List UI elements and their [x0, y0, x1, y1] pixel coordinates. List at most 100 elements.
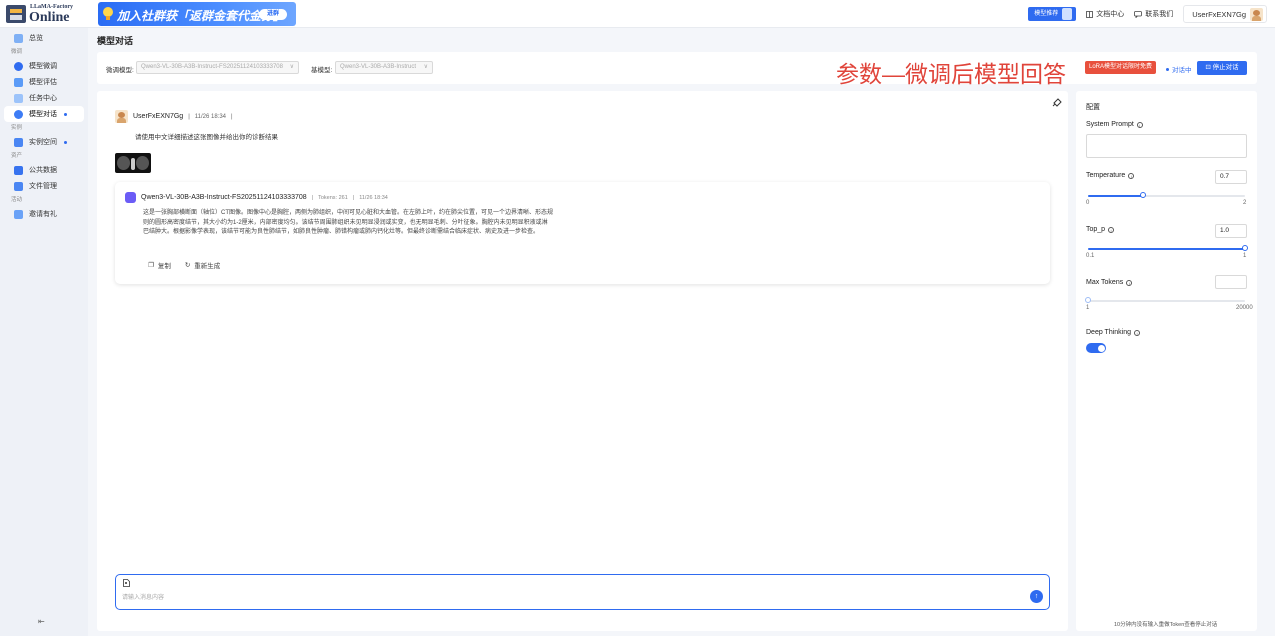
temperature-label: Temperature i [1086, 172, 1135, 179]
temperature-max: 2 [1243, 200, 1247, 206]
base-model-select[interactable]: Qwen3-VL-30B-A3B-Instruct ∨ [335, 61, 433, 74]
pointer-hand-icon [1062, 8, 1073, 20]
sidebar-item-label: 实例空间 [29, 139, 57, 146]
top-p-label-text: Top_p [1086, 226, 1106, 233]
contact-link[interactable]: 联系我们 [1134, 9, 1173, 19]
file-icon [14, 181, 23, 191]
footer-note: 10分钟内没有输入重做Token查看停止对话 [1114, 622, 1218, 628]
active-dot [64, 112, 67, 116]
stop-chat-label: 停止对话 [1212, 64, 1239, 71]
max-tokens-input[interactable] [1215, 275, 1247, 289]
copy-button[interactable]: ❐ 复制 [148, 260, 171, 270]
info-icon[interactable]: i [1136, 121, 1143, 128]
sidebar-item-invite[interactable]: 邀请有礼 [4, 206, 84, 222]
chat-status: 对话中 [1165, 64, 1192, 74]
evaluate-icon [14, 77, 23, 87]
sidebar-item-evaluate[interactable]: 模型评估 [4, 74, 84, 90]
temperature-input[interactable]: 0.7 [1215, 170, 1247, 184]
model-recommend-button[interactable]: 模型推荐 [1028, 7, 1077, 21]
sidebar-section-instance: 实例 [11, 125, 23, 131]
user-message-header: UserFxEXN7Gg | 11/26 18:34 | [115, 110, 233, 123]
max-tokens-min: 1 [1086, 305, 1090, 311]
bot-model-name: Qwen3-VL-30B-A3B-Instruct-FS202511241033… [141, 194, 307, 201]
sidebar-item-dataset[interactable]: 公共数据 [4, 162, 84, 178]
sidebar-item-files[interactable]: 文件管理 [4, 178, 84, 194]
info-icon[interactable]: i [1126, 279, 1133, 286]
ct-image-thumbnail[interactable] [115, 153, 151, 173]
ct-spine [131, 158, 135, 170]
stop-chat-button[interactable]: ⊡ 停止对话 [1197, 61, 1247, 75]
sidebar-item-task[interactable]: 任务中心 [4, 90, 84, 106]
page-title: 模型对话 [97, 36, 134, 46]
logo-big-text: Online [29, 10, 70, 25]
sidebar: 总览 微调 模型微调 模型评估 任务中心 模型对话 实例 实例空间 资产 公共数… [0, 28, 88, 636]
dataset-icon [14, 165, 23, 175]
lightbulb-icon [103, 7, 113, 20]
max-tokens-label-text: Max Tokens [1086, 279, 1124, 286]
system-prompt-textarea[interactable] [1086, 134, 1247, 158]
slider-handle[interactable] [1139, 192, 1146, 198]
community-banner[interactable]: 加入社群获「返群金套代金券」 进群 [98, 2, 296, 26]
sidebar-section-assets: 资产 [11, 153, 23, 159]
collapse-sidebar-icon[interactable]: ⇤ [38, 617, 45, 626]
copy-label: 复制 [157, 263, 171, 270]
config-panel: 配置 System Prompt i Temperature i 0.7 0 2… [1076, 91, 1257, 631]
finetuned-model-label: 微调模型: [106, 67, 134, 74]
sidebar-section-activity: 活动 [11, 197, 23, 203]
book-icon [1086, 10, 1094, 18]
base-model-value: Qwen3-VL-30B-A3B-Instruct [340, 64, 417, 70]
logo[interactable]: LLaMA-Factory Online [6, 3, 78, 25]
model-recommend-label: 模型推荐 [1034, 11, 1059, 17]
max-tokens-slider[interactable] [1085, 297, 1245, 305]
separator: | [352, 194, 355, 201]
ct-lung-left [117, 156, 130, 170]
bot-model-icon [125, 192, 136, 203]
attach-image-icon[interactable] [123, 579, 130, 587]
finetuned-model-value: Qwen3-VL-30B-A3B-Instruct-FS202511241033… [141, 64, 283, 70]
system-prompt-label-text: System Prompt [1086, 121, 1134, 128]
bot-reply-text: 这是一张胸部横断面（轴位）CT图像。图像中心是胸腔，两侧为肺组织，中间可见心脏和… [143, 210, 554, 236]
contact-label: 联系我们 [1145, 11, 1174, 18]
regenerate-button[interactable]: ↻ 重新生成 [185, 260, 220, 270]
sidebar-item-instance[interactable]: 实例空间 [4, 134, 84, 150]
message-input[interactable] [122, 591, 1002, 605]
sidebar-item-overview[interactable]: 总览 [4, 30, 84, 46]
reply-actions: ❐ 复制 ↻ 重新生成 [148, 260, 220, 270]
top-p-slider[interactable] [1088, 245, 1248, 253]
top-p-label: Top_p i [1086, 226, 1115, 233]
copy-icon: ❐ [148, 262, 154, 269]
separator: | [188, 113, 190, 120]
user-message-text: 请使用中文详细描述这张图像并给出你的诊断结果 [135, 134, 278, 141]
finetuned-model-select[interactable]: Qwen3-VL-30B-A3B-Instruct-FS202511241033… [136, 61, 299, 74]
top-p-min: 0.1 [1086, 253, 1095, 259]
top-p-max: 1 [1243, 253, 1247, 259]
slider-handle[interactable] [1242, 245, 1248, 251]
top-p-input[interactable]: 1.0 [1215, 224, 1247, 238]
task-icon [14, 93, 23, 103]
llama-factory-logo-icon [6, 5, 26, 23]
refresh-icon: ↻ [184, 262, 191, 269]
user-menu[interactable]: UserFxEXN7Gg [1183, 5, 1267, 23]
temperature-slider[interactable] [1088, 192, 1245, 200]
slider-track [1088, 195, 1143, 197]
info-icon[interactable]: i [1108, 226, 1115, 233]
join-group-button[interactable]: 进群 [259, 9, 287, 20]
info-icon[interactable]: i [1134, 329, 1141, 336]
sidebar-item-chat[interactable]: 模型对话 [4, 106, 84, 122]
chevron-down-icon: ∨ [289, 64, 294, 70]
sidebar-item-finetune[interactable]: 模型微调 [4, 58, 84, 74]
bot-reply-card: Qwen3-VL-30B-A3B-Instruct-FS202511241033… [115, 182, 1050, 284]
docs-link[interactable]: 文档中心 [1086, 9, 1124, 19]
annotation-text: 参数—微调后模型回答 [836, 61, 1066, 87]
deep-thinking-label: Deep Thinking i [1086, 329, 1141, 336]
slider-handle[interactable] [1085, 297, 1091, 303]
slider-track [1088, 248, 1245, 250]
max-tokens-max: 20000 [1236, 305, 1253, 311]
temperature-label-text: Temperature [1086, 172, 1126, 179]
deep-thinking-toggle[interactable] [1086, 343, 1106, 353]
info-icon[interactable]: i [1128, 172, 1135, 179]
chat-status-label: 对话中 [1172, 67, 1192, 74]
clear-icon[interactable] [1052, 97, 1062, 107]
config-title: 配置 [1086, 104, 1100, 111]
send-button[interactable]: ↑ [1030, 590, 1043, 603]
